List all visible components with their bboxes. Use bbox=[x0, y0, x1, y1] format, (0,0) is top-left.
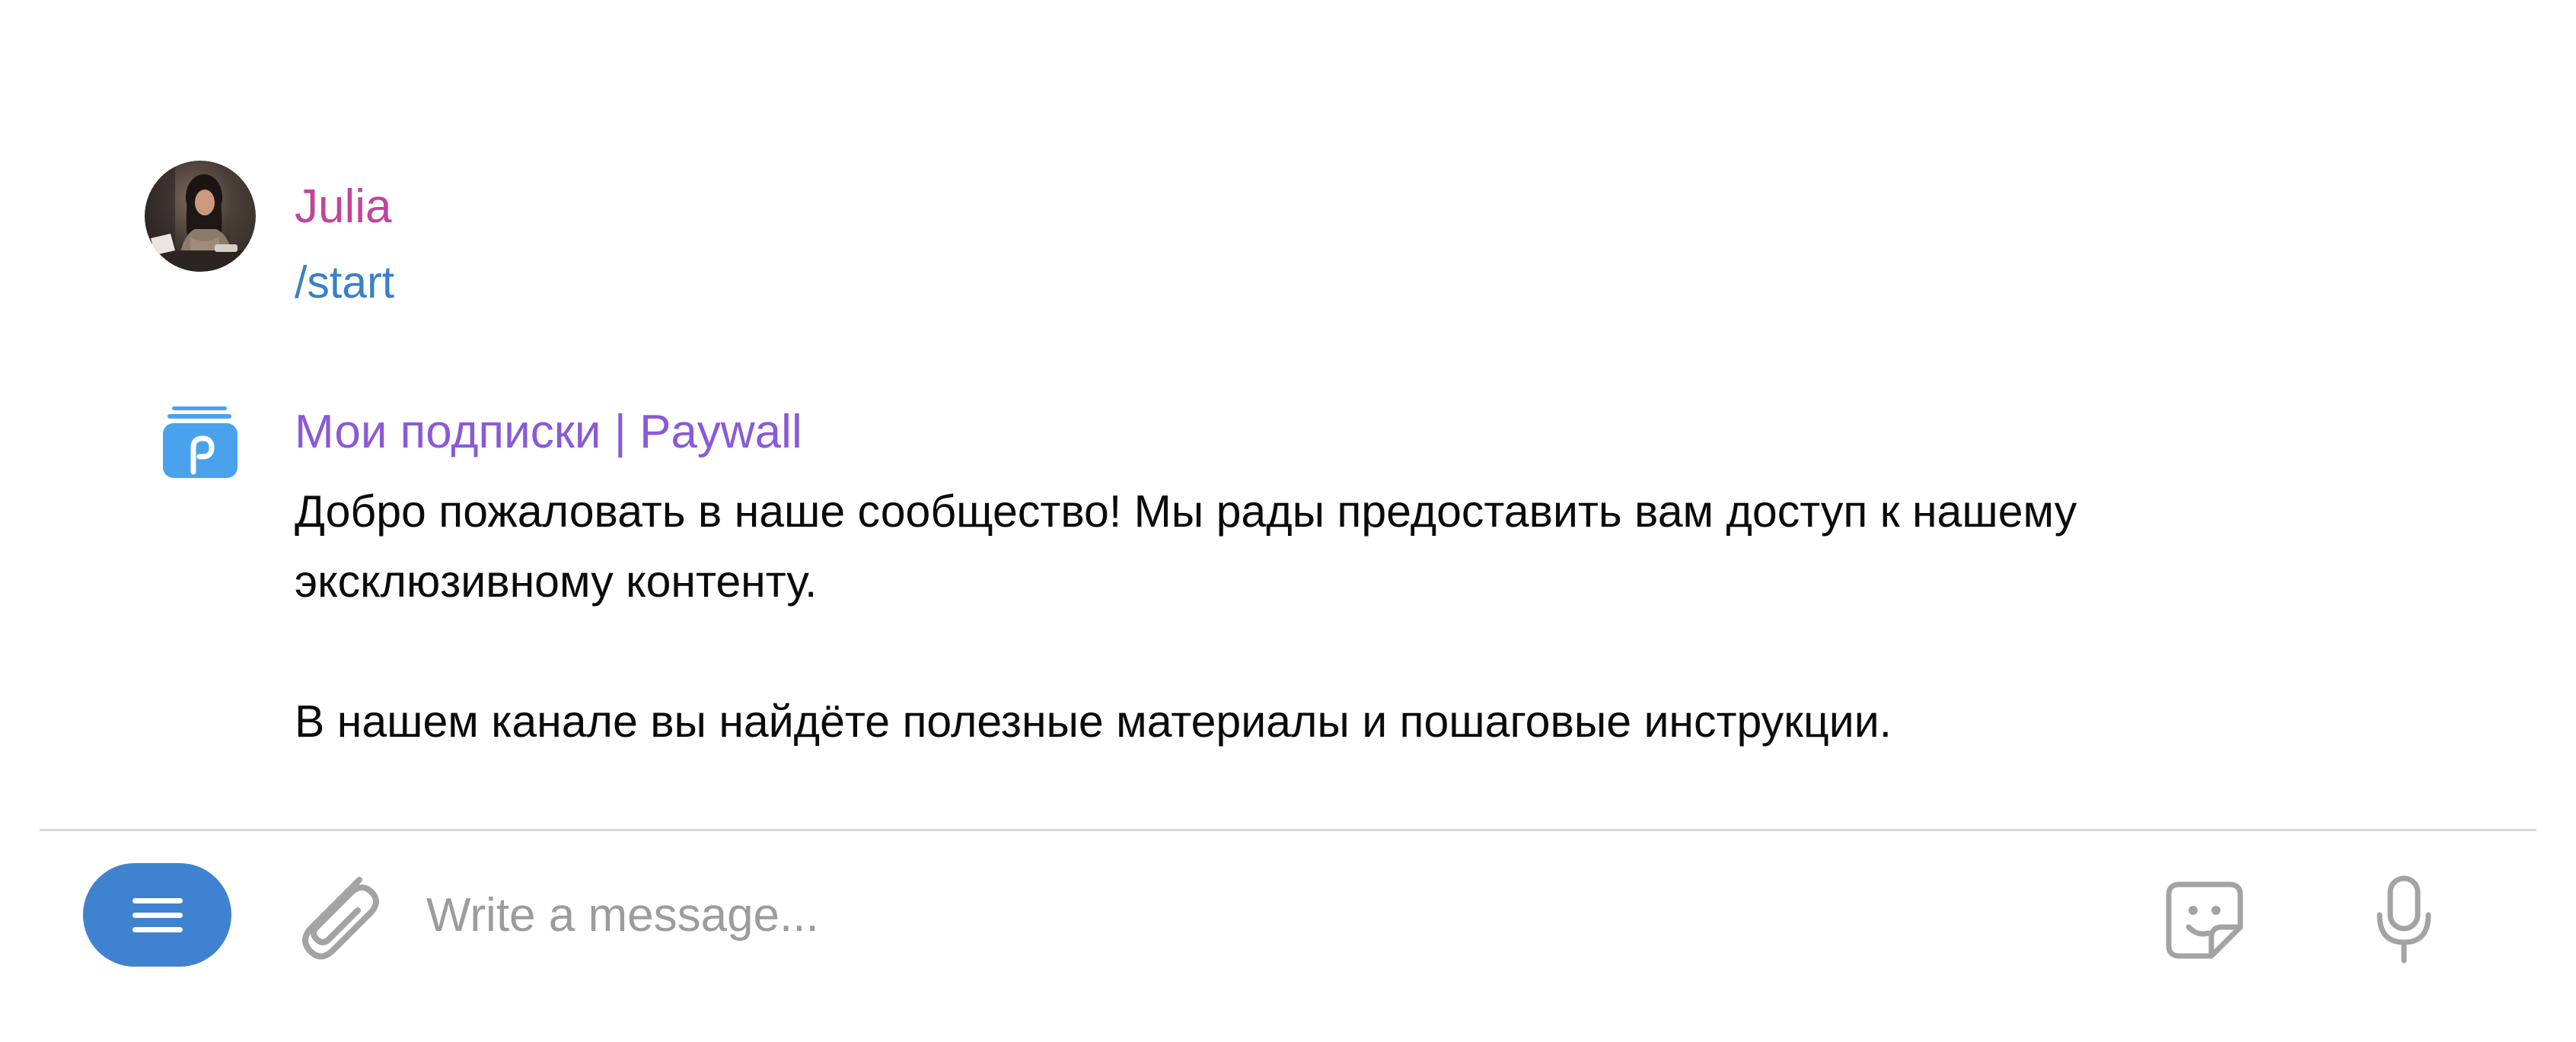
message-input[interactable] bbox=[426, 877, 2101, 953]
chat-history: Julia /start Мои подписки | Paywall Добр… bbox=[0, 0, 2576, 830]
paperclip-icon bbox=[302, 877, 379, 960]
bot-menu-button[interactable] bbox=[83, 863, 231, 967]
sticker-button[interactable] bbox=[2164, 880, 2245, 961]
message-text-line: В нашем канале вы найдёте полезные матер… bbox=[295, 696, 1892, 747]
message-text-line: Добро пожаловать в наше сообщество! Мы р… bbox=[295, 486, 2077, 537]
user-avatar[interactable] bbox=[145, 161, 256, 272]
message-composer bbox=[0, 831, 2576, 1042]
sticker-icon bbox=[2166, 881, 2243, 959]
paywall-logo-icon[interactable] bbox=[161, 403, 241, 480]
voice-button[interactable] bbox=[2375, 875, 2433, 965]
bot-command-link[interactable]: /start bbox=[295, 247, 394, 317]
message-text-line: эксклюзивному контенту. bbox=[295, 556, 818, 607]
sender-name[interactable]: Мои подписки | Paywall bbox=[295, 405, 802, 460]
attach-button[interactable] bbox=[289, 865, 381, 964]
microphone-icon bbox=[2377, 875, 2431, 964]
sender-name[interactable]: Julia bbox=[295, 180, 392, 234]
